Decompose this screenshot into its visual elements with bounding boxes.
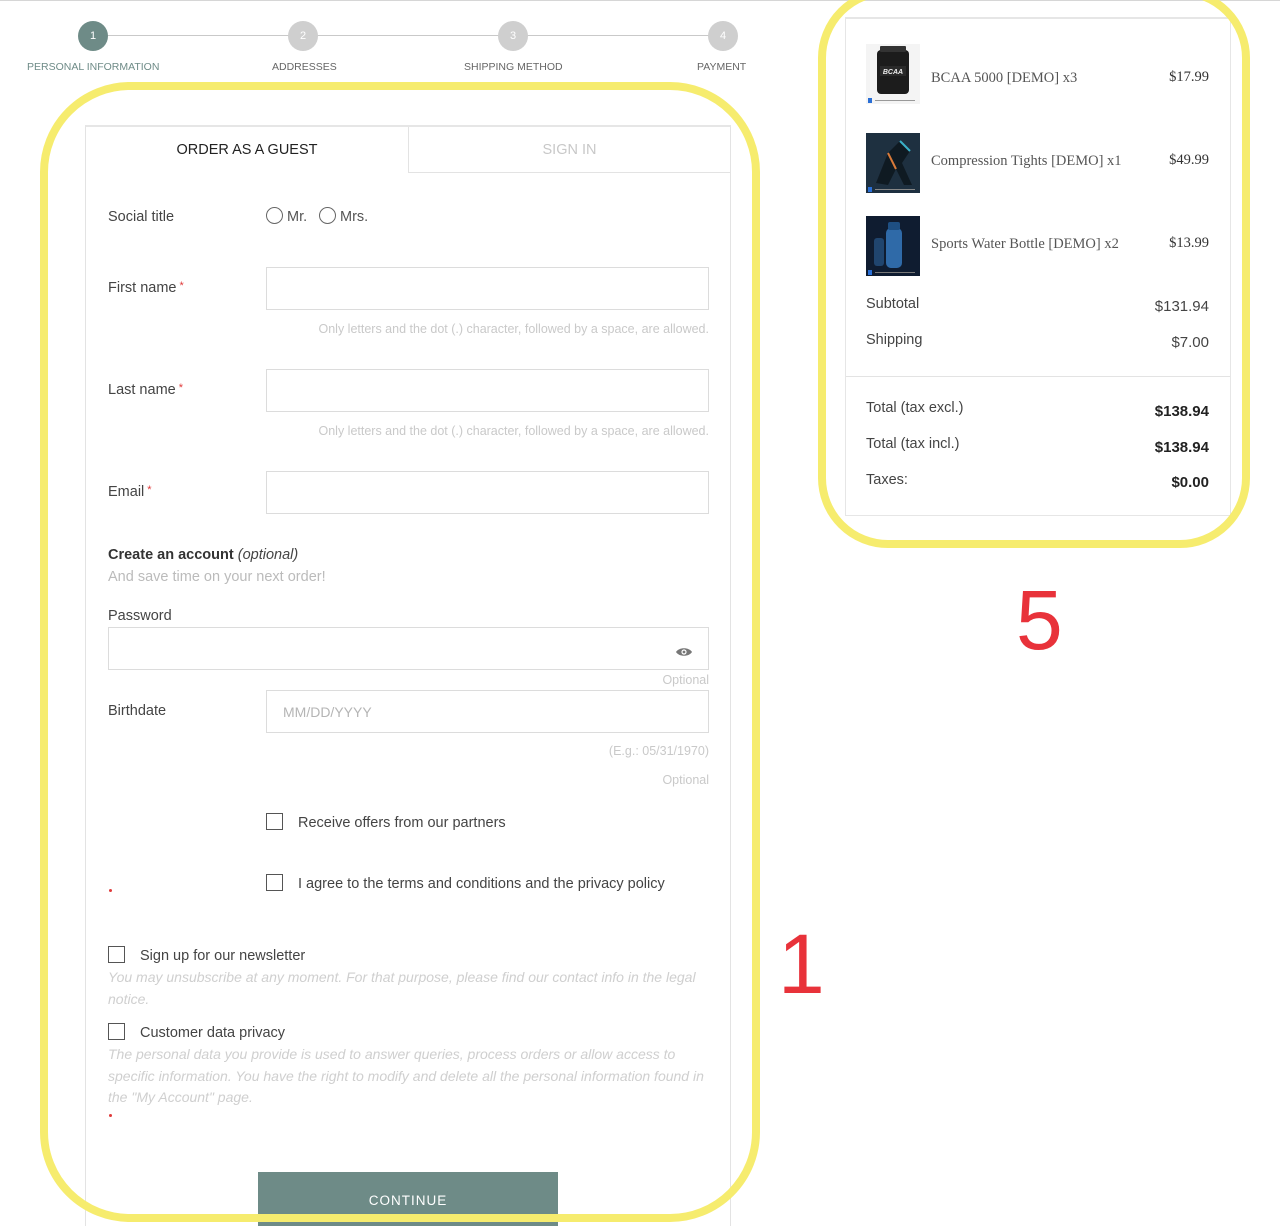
checkout-stepper: 1 2 3 4 PERSONAL INFORMATION ADDRESSES S…: [0, 0, 780, 80]
stepper-line: [93, 35, 723, 36]
step-1-label[interactable]: PERSONAL INFORMATION: [27, 61, 159, 73]
step-2-label: ADDRESSES: [272, 61, 337, 73]
step-3-label: SHIPPING METHOD: [464, 61, 563, 73]
annotation-marker-5: 5: [1016, 573, 1063, 667]
summary-highlight-outline: [818, 0, 1250, 548]
step-4-label: PAYMENT: [697, 61, 747, 73]
annotation-marker-1: 1: [778, 917, 825, 1011]
step-4-circle: 4: [708, 21, 738, 51]
step-3-circle: 3: [498, 21, 528, 51]
form-highlight-outline: [40, 82, 760, 1222]
step-2-circle: 2: [288, 21, 318, 51]
step-1-circle[interactable]: 1: [78, 21, 108, 51]
